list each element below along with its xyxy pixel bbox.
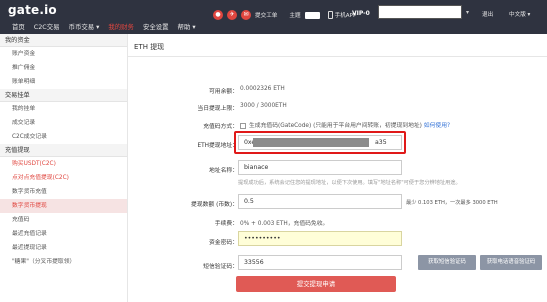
withdraw-panel: ETH 提现 可用余额： 0.0002326 ETH 当日提现上限： 3000 … xyxy=(128,34,547,302)
divider xyxy=(128,56,547,57)
sidebar: 我的资金 账户资金 推广佣金 账单明细 交易挂单 我的挂单 成交记录 C2C成交记录 充值提现购… xyxy=(0,34,128,302)
theme-label: 主题 xyxy=(289,13,301,19)
gatecode-checkbox[interactable] xyxy=(240,122,246,129)
sms-code-label: 短信验证码： xyxy=(203,264,238,270)
sidebar-section-title: 我的资金 xyxy=(0,34,127,47)
weibo-icon[interactable]: ● xyxy=(213,10,223,20)
address-name-input[interactable]: bianace xyxy=(238,160,402,175)
fund-password-input[interactable]: •••••••••• xyxy=(238,231,402,246)
sidebar-item[interactable]: 成交记录 xyxy=(0,116,127,130)
sidebar-item[interactable]: 充值码 xyxy=(0,213,127,227)
amount-hint: 最少 0.103 ETH，一次最多 3000 ETH xyxy=(406,200,498,206)
amount-input[interactable]: 0.5 xyxy=(238,194,402,209)
nav-security[interactable]: 安全设置 xyxy=(143,22,169,31)
sidebar-item[interactable]: 我的挂单 xyxy=(0,102,127,116)
how-to-use-link[interactable]: 如何使用? xyxy=(424,123,450,129)
page-title: ETH 提现 xyxy=(134,43,165,51)
sidebar-section-title: 充值提现 xyxy=(0,144,127,157)
sidebar-section-title: 交易挂单 xyxy=(0,89,127,102)
telegram-icon[interactable]: ✈ xyxy=(227,10,237,20)
sidebar-item[interactable]: C2C成交记录 xyxy=(0,130,127,144)
sidebar-item[interactable]: 账单明细 xyxy=(0,75,127,89)
daily-limit-value: 3000 / 3000ETH xyxy=(240,103,287,109)
nav-home[interactable]: 首页 xyxy=(12,22,25,31)
nav-c2c[interactable]: C2C交易 xyxy=(34,22,60,31)
get-voice-code-button[interactable]: 获取电话语音验证码 xyxy=(480,255,542,270)
sidebar-item[interactable]: 账户资金 xyxy=(0,47,127,61)
available-value: 0.0002326 ETH xyxy=(240,86,285,92)
nav-exchange[interactable]: 币币交易 ▾ xyxy=(69,22,100,31)
theme-toggle[interactable] xyxy=(304,11,320,19)
sms-code-input[interactable]: 33556 xyxy=(238,255,402,270)
account-name-redacted[interactable] xyxy=(378,5,462,19)
sidebar-item[interactable]: 点对点充值提现(C2C) xyxy=(0,171,127,185)
address-name-hint: 提现成功后，系统会记住您的提现地址，以便下次使用。填写"地址名称"可便于您分辨地… xyxy=(238,180,461,186)
sidebar-item[interactable]: 数字货币提现 xyxy=(0,199,127,213)
sidebar-item[interactable]: "糖果"（分叉币提取领） xyxy=(0,255,127,269)
method-label: 充值码方式： xyxy=(203,124,238,130)
phone-icon xyxy=(327,11,333,19)
daily-limit-label: 当日提现上限： xyxy=(197,106,238,112)
fee-value: 0% + 0.003 ETH，充值码免收。 xyxy=(240,221,329,227)
sidebar-item[interactable]: 推广佣金 xyxy=(0,61,127,75)
available-label: 可用余额： xyxy=(209,89,238,95)
address-highlight-box xyxy=(234,131,406,154)
vip-badge: VIP-0 xyxy=(352,10,370,17)
header-tools: ● ✈ ✉ 提交工单 主题 手机APP xyxy=(213,10,356,20)
address-label: ETH提现地址： xyxy=(197,143,238,149)
submit-withdraw-button[interactable]: 提交提现申请 xyxy=(236,276,396,292)
nav-help[interactable]: 帮助 ▾ xyxy=(178,22,196,31)
nav-my-finance[interactable]: 我的财务 xyxy=(108,22,134,31)
get-sms-code-button[interactable]: 获取短信验证码 xyxy=(418,255,476,270)
sidebar-item[interactable]: 最近充值记录 xyxy=(0,227,127,241)
fund-password-label: 资金密码： xyxy=(209,240,238,246)
sidebar-item[interactable]: 最近提现记录 xyxy=(0,241,127,255)
ticket-icon[interactable]: ✉ xyxy=(241,10,251,20)
main-nav: 首页 C2C交易 币币交易 ▾ 我的财务 安全设置 帮助 ▾ xyxy=(12,22,196,31)
fee-label: 手续费： xyxy=(214,221,238,227)
amount-label: 提现数额 (币数)： xyxy=(191,202,238,208)
language-select[interactable]: 中文版 ▾ xyxy=(509,10,530,18)
submit-ticket-link[interactable]: 提交工单 xyxy=(255,11,277,19)
method-text: 生成充值码(GateCode) (只能用于平台用户间转账，初提现到地址) xyxy=(249,123,422,129)
account-dropdown-icon[interactable]: ▾ xyxy=(466,9,469,16)
logout-link[interactable]: 退出 xyxy=(482,10,493,18)
address-name-label: 地址名称： xyxy=(209,168,238,174)
gate-io-logo[interactable]: gate.io xyxy=(8,3,57,17)
sidebar-item[interactable]: 数字货币充值 xyxy=(0,185,127,199)
sidebar-item[interactable]: 购买USDT(C2C) xyxy=(0,157,127,171)
method-option: 生成充值码(GateCode) (只能用于平台用户间转账，初提现到地址) 如何使… xyxy=(240,120,450,129)
top-header: gate.io 首页 C2C交易 币币交易 ▾ 我的财务 安全设置 帮助 ▾ ●… xyxy=(0,0,547,34)
